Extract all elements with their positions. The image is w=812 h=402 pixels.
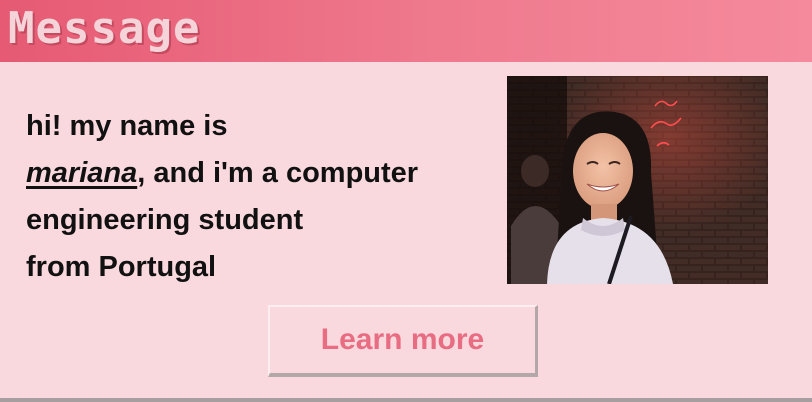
- message-window: Message hi! my name is mariana, and i'm …: [0, 0, 812, 402]
- learn-more-button[interactable]: Learn more: [268, 305, 538, 377]
- title-bar[interactable]: Message: [0, 0, 812, 62]
- bio-line-2: , and i'm a computer: [137, 157, 419, 189]
- bio-line-4: from Portugal: [26, 251, 217, 283]
- bio-line-3: engineering student: [26, 204, 304, 236]
- name-link: mariana: [26, 157, 138, 189]
- profile-photo-illustration: [507, 76, 768, 284]
- bio-line-1: hi! my name is: [26, 110, 228, 142]
- bio-text: hi! my name is mariana, and i'm a comput…: [26, 103, 496, 291]
- profile-photo: [507, 76, 768, 284]
- window-title: Message: [8, 3, 201, 54]
